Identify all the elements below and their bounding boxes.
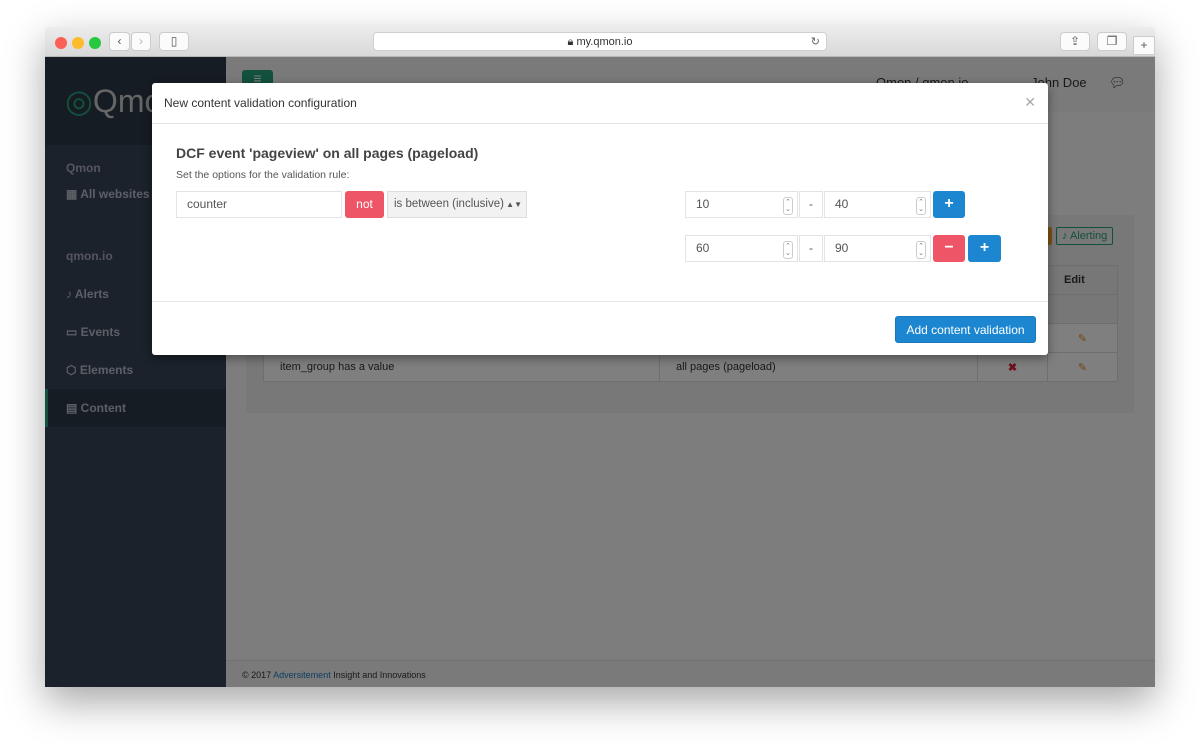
close-window-button[interactable]	[55, 37, 67, 49]
add-content-validation-button[interactable]: Add content validation	[895, 316, 1036, 343]
field-input[interactable]: counter	[176, 191, 342, 218]
operator-select[interactable]: is between (inclusive) ▲▼	[387, 191, 527, 218]
back-icon[interactable]: ‹	[109, 32, 130, 51]
range-separator: -	[799, 191, 823, 218]
minimize-window-button[interactable]	[72, 37, 84, 49]
address-bar[interactable]: 🔒︎ my.qmon.io ↻	[373, 32, 827, 51]
reload-icon[interactable]: ↻	[811, 33, 820, 51]
input-value: 90	[835, 241, 849, 255]
spinner-icon[interactable]: ⌃ ⌄	[783, 241, 793, 259]
share-icon[interactable]: ⇪	[1060, 32, 1090, 51]
add-range-button[interactable]: +	[933, 191, 965, 218]
forward-icon[interactable]: ›	[131, 32, 151, 51]
remove-range-button[interactable]: −	[933, 235, 965, 262]
input-value: 40	[835, 197, 849, 211]
modal-title: New content validation configuration	[164, 96, 357, 110]
range-2-to-input[interactable]: 90 ⌃ ⌄	[824, 235, 931, 262]
sidebar-toggle-icon[interactable]: ▯	[159, 32, 189, 51]
select-arrows-icon: ▲▼	[506, 200, 522, 209]
spinner-icon[interactable]: ⌃ ⌄	[916, 241, 926, 259]
range-separator: -	[799, 235, 823, 262]
tabs-icon[interactable]: ❐	[1097, 32, 1127, 51]
add-range-button[interactable]: +	[968, 235, 1001, 262]
input-value: 60	[696, 241, 710, 255]
range-2-from-input[interactable]: 60 ⌃ ⌄	[685, 235, 798, 262]
browser-toolbar: ‹ › ▯ 🔒︎ my.qmon.io ↻ ⇪ ❐ +	[45, 27, 1155, 57]
close-icon[interactable]: ✕	[1024, 94, 1036, 111]
instruction-label: Set the options for the validation rule:	[176, 169, 350, 181]
range-1-to-input[interactable]: 40 ⌃ ⌄	[824, 191, 931, 218]
range-1-from-input[interactable]: 10 ⌃ ⌄	[685, 191, 798, 218]
spinner-icon[interactable]: ⌃ ⌄	[916, 197, 926, 215]
maximize-window-button[interactable]	[89, 37, 101, 49]
input-value: 10	[696, 197, 710, 211]
spinner-icon[interactable]: ⌃ ⌄	[783, 197, 793, 215]
operator-value: is between (inclusive)	[394, 198, 504, 210]
modal-heading: DCF event 'pageview' on all pages (pagel…	[176, 145, 479, 161]
validation-modal: New content validation configuration ✕ DC…	[152, 83, 1048, 355]
app-page: ◎Qmon Qmon ▦ All websites qmon.io ♪ Aler…	[45, 57, 1155, 687]
new-tab-icon[interactable]: +	[1133, 36, 1155, 55]
url-text: my.qmon.io	[576, 36, 633, 48]
not-toggle-button[interactable]: not	[345, 191, 384, 218]
browser-window: ‹ › ▯ 🔒︎ my.qmon.io↻ ⇪ ❐ + ◎Qmon Qmon ▦ …	[45, 27, 1155, 687]
